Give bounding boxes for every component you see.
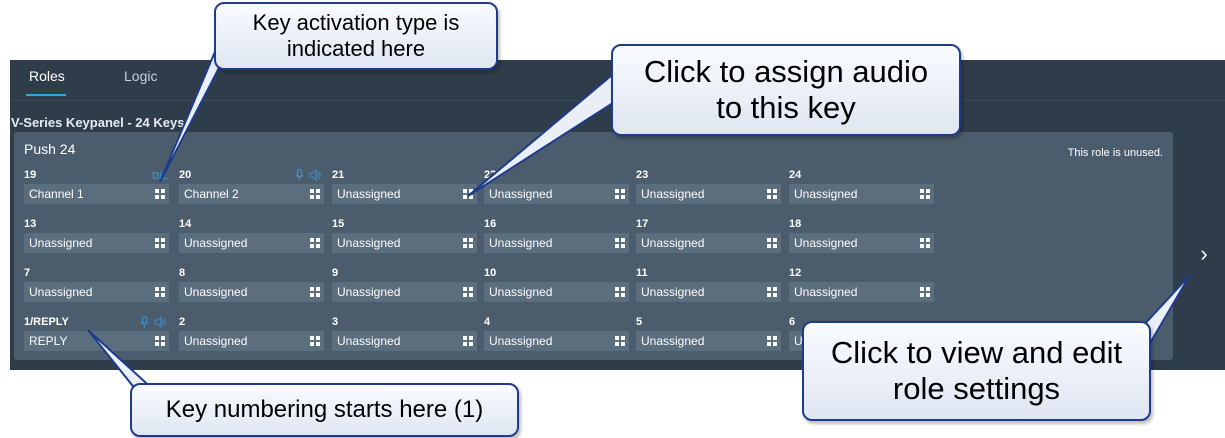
- callout-activation-text: Key activation type is indicated here: [252, 10, 460, 61]
- callout-assign-audio-text: Click to assign audio to this key: [643, 54, 929, 125]
- callout-key-numbering: Key numbering starts here (1): [130, 383, 519, 437]
- assign-audio-pointer: [467, 73, 632, 197]
- callout-activation-type: Key activation type is indicated here: [214, 2, 498, 70]
- callout-assign-audio: Click to assign audio to this key: [611, 44, 961, 136]
- callout-key-numbering-text: Key numbering starts here (1): [165, 396, 484, 423]
- callout-role-settings: Click to view and edit role settings: [802, 321, 1151, 421]
- callout-role-settings-text: Click to view and edit role settings: [830, 335, 1123, 406]
